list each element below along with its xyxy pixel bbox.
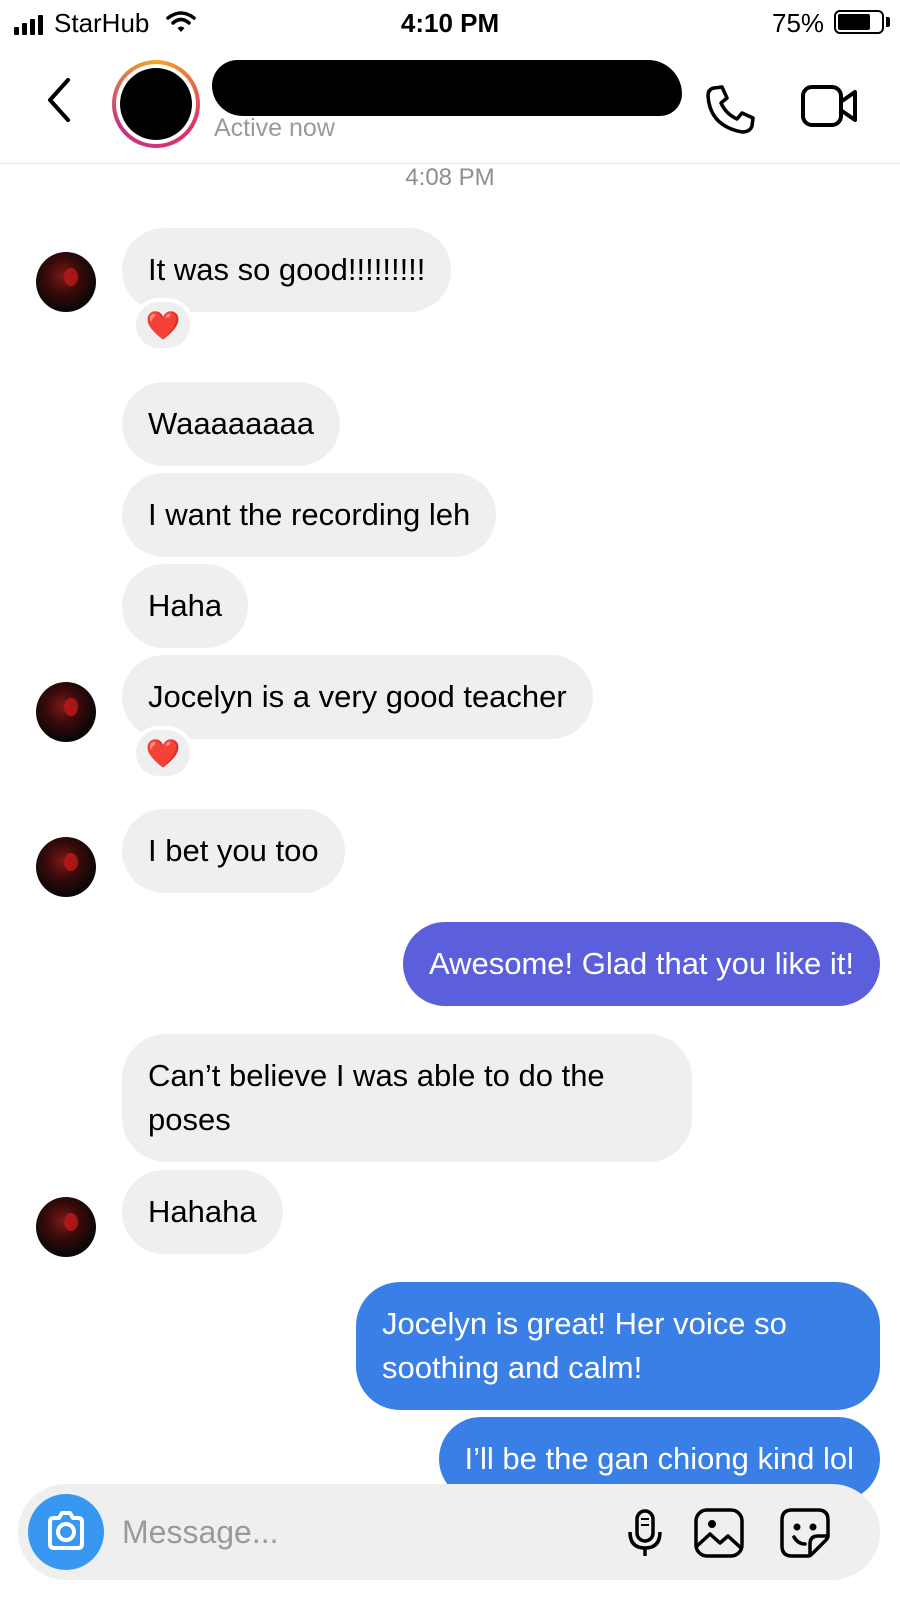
back-button[interactable] [40,74,80,126]
status-bar: StarHub 4:10 PM 75% [0,0,900,46]
sender-avatar[interactable] [36,252,96,312]
sticker-icon[interactable] [778,1506,832,1560]
microphone-icon[interactable] [618,1506,672,1560]
message-bubble[interactable]: Haha [122,564,249,648]
message-bubble[interactable]: I bet you too [122,809,345,893]
sender-avatar[interactable] [36,837,96,897]
sent-message-bubble[interactable]: Awesome! Glad that you like it! [402,922,880,1006]
message-bubble[interactable]: Can’t believe I was able to do the poses [122,1034,692,1162]
sender-avatar[interactable] [36,1197,96,1257]
chat-timestamp: 4:08 PM [405,164,495,191]
status-time: 4:10 PM [400,8,500,38]
sent-message-bubble[interactable]: Jocelyn is great! Her voice so soothing … [356,1282,880,1410]
chevron-left-icon [48,78,70,122]
phone-icon[interactable] [702,82,758,138]
camera-button[interactable] [28,1494,104,1570]
contact-name-redacted[interactable] [212,60,682,116]
message-bubble[interactable]: Jocelyn is a very good teacher [122,655,593,739]
battery-tip [886,17,890,27]
chat-header: Active now [0,46,900,164]
message-input[interactable] [122,1508,602,1556]
message-composer [18,1484,880,1580]
message-bubble[interactable]: Hahaha [122,1170,283,1254]
video-camera-icon[interactable] [800,82,860,132]
sender-avatar[interactable] [36,682,96,742]
contact-avatar[interactable] [112,60,200,148]
camera-icon [48,1511,84,1550]
heart-reaction-icon[interactable]: ❤️ [132,726,194,780]
active-status: Active now [214,114,335,142]
battery-percent: 75% [772,8,825,38]
heart-reaction-icon[interactable]: ❤️ [132,298,194,352]
image-gallery-icon[interactable] [692,1506,746,1560]
battery-icon [834,10,884,34]
message-bubble[interactable]: I want the recording leh [122,473,497,557]
message-bubble[interactable]: Waaaaaaaa [122,382,341,466]
